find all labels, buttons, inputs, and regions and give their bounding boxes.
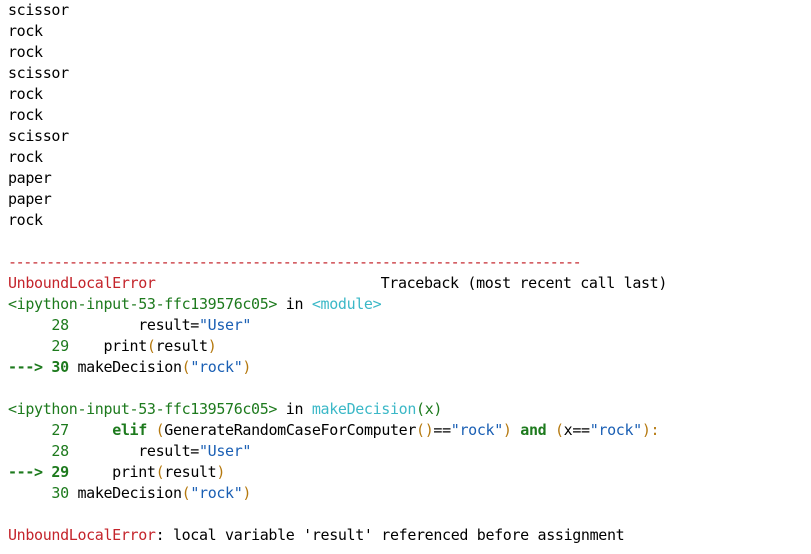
final-error-name: UnboundLocalError	[8, 526, 156, 544]
frame-function-args: (x)	[416, 400, 443, 418]
paren: (	[155, 421, 165, 439]
paren: )	[207, 337, 217, 355]
paren: ):	[641, 421, 660, 439]
stdout-line: rock	[8, 211, 43, 229]
notebook-output: scissor rock rock scissor rock rock scis…	[8, 0, 808, 546]
paren: ()	[416, 421, 434, 439]
error-name: UnboundLocalError	[8, 274, 156, 292]
code-line: 30 makeDecision("rock")	[8, 483, 808, 504]
final-error-line: UnboundLocalError: local variable 'resul…	[8, 525, 808, 546]
code-text: ==	[572, 421, 590, 439]
traceback-rule: ----------------------------------------…	[8, 253, 582, 271]
stdout-line: rock	[8, 43, 43, 61]
code-text: result=	[68, 316, 199, 334]
line-number: 29	[51, 337, 69, 355]
stdout-line: paper	[8, 169, 52, 187]
line-marker	[8, 484, 51, 502]
string-literal: "rock"	[450, 421, 503, 439]
stdout-line: rock	[8, 22, 43, 40]
string-literal: "rock"	[589, 421, 642, 439]
line-number: 28	[51, 442, 69, 460]
code-text: GenerateRandomCaseForComputer	[164, 421, 417, 439]
code-line: 29 print(result)	[8, 336, 808, 357]
frame-in: in	[277, 295, 312, 313]
paren: )	[242, 484, 252, 502]
traceback-header-text: Traceback (most recent call last)	[380, 274, 668, 292]
stdout-line: paper	[8, 190, 52, 208]
stdout-line: rock	[8, 85, 43, 103]
frame-function: makeDecision	[311, 400, 417, 418]
line-marker	[8, 337, 51, 355]
code-text: ==	[433, 421, 451, 439]
code-text: makeDecision	[68, 484, 182, 502]
string-literal: "rock"	[190, 484, 243, 502]
frame-file: <ipython-input-53-ffc139576c05>	[8, 295, 278, 313]
paren: (	[146, 337, 156, 355]
frame-header: <ipython-input-53-ffc139576c05> in makeD…	[8, 399, 808, 420]
frame-in: in	[277, 400, 312, 418]
stdout-line: scissor	[8, 1, 69, 19]
string-literal: "User"	[199, 316, 252, 334]
paren: )	[502, 421, 512, 439]
paren: (	[554, 421, 564, 439]
frame-header: <ipython-input-53-ffc139576c05> in <modu…	[8, 294, 808, 315]
line-marker: --->	[8, 463, 52, 481]
code-text: result	[164, 463, 217, 481]
code-line-current: ---> 30 makeDecision("rock")	[8, 357, 808, 378]
line-marker	[8, 442, 51, 460]
paren: )	[216, 463, 226, 481]
line-number: 29	[51, 463, 69, 481]
code-text: result=	[68, 442, 199, 460]
line-number: 27	[51, 421, 69, 439]
traceback-block: ----------------------------------------…	[8, 252, 808, 546]
code-line: 27 elif (GenerateRandomCaseForComputer()…	[8, 420, 808, 441]
string-literal: "rock"	[190, 358, 243, 376]
line-marker	[8, 421, 51, 439]
line-number: 30	[51, 358, 69, 376]
line-number: 28	[51, 316, 69, 334]
stdout-line: rock	[8, 106, 43, 124]
string-literal: "User"	[199, 442, 252, 460]
code-line: 28 result="User"	[8, 441, 808, 462]
line-number: 30	[51, 484, 69, 502]
line-marker: --->	[8, 358, 52, 376]
stdout-line: scissor	[8, 127, 69, 145]
code-line-current: ---> 29 print(result)	[8, 462, 808, 483]
final-error-message: : local variable 'result' referenced bef…	[155, 526, 625, 544]
frame-file: <ipython-input-53-ffc139576c05>	[8, 400, 278, 418]
keyword: elif	[112, 421, 147, 439]
stdout-block: scissor rock rock scissor rock rock scis…	[8, 0, 808, 231]
paren: (	[155, 463, 165, 481]
code-text: print	[68, 337, 148, 355]
code-text: makeDecision	[68, 358, 182, 376]
stdout-line: scissor	[8, 64, 69, 82]
frame-function: <module>	[311, 295, 382, 313]
code-text: print	[68, 463, 156, 481]
stdout-line: rock	[8, 148, 43, 166]
code-line: 28 result="User"	[8, 315, 808, 336]
traceback-header: UnboundLocalError Traceback (most recent …	[8, 273, 808, 294]
keyword: and	[511, 421, 555, 439]
paren: )	[242, 358, 252, 376]
code-text: result	[155, 337, 208, 355]
line-marker	[8, 316, 51, 334]
